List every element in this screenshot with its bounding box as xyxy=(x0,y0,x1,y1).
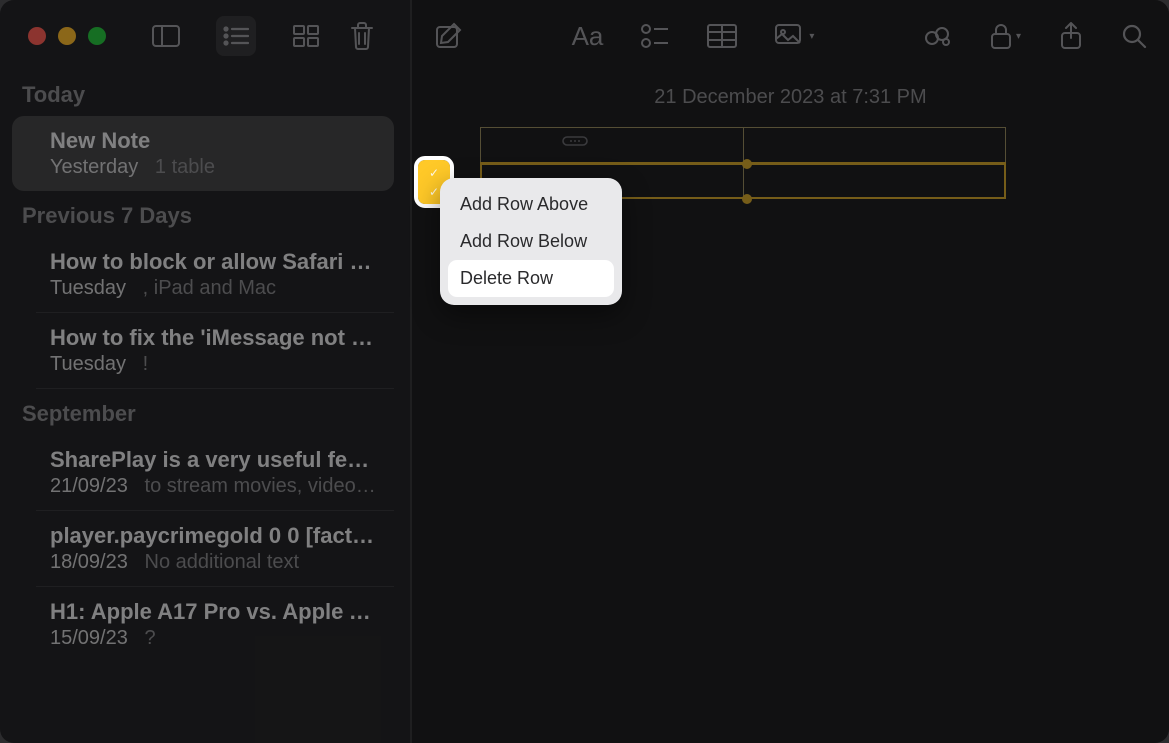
check-icon: ✓ xyxy=(429,166,439,180)
check-icon: ✓ xyxy=(429,185,439,199)
menu-item-delete-row[interactable]: Delete Row xyxy=(448,260,614,297)
row-context-menu: Add Row Above Add Row Below Delete Row xyxy=(440,178,622,305)
menu-item-add-row-above[interactable]: Add Row Above xyxy=(448,186,614,223)
menu-item-add-row-below[interactable]: Add Row Below xyxy=(448,223,614,260)
foreground-layer: ✓ ✓ Add Row Above Add Row Below Delete R… xyxy=(0,0,1169,743)
app-window: Today New Note Yesterday 1 table Previou… xyxy=(0,0,1169,743)
